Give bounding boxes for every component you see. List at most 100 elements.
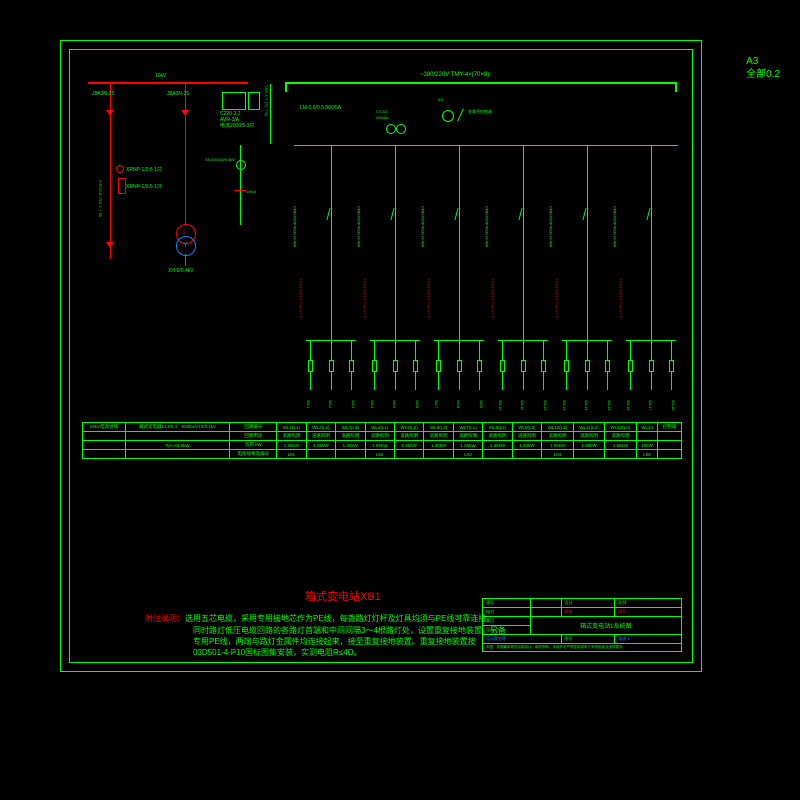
tb-cell: 设计 — [483, 626, 531, 635]
tb-cell: 校对 — [483, 608, 531, 617]
device-icon — [386, 124, 396, 134]
fuse-label: XRNP-1/0.5 1只 — [126, 168, 162, 173]
feeder-6: C45N-63/3P+RCD In=40A YJV22-0.6/1 4×10+1… — [622, 200, 680, 460]
table-cell: WL5(L2) — [394, 423, 423, 432]
table-cell: L01 — [277, 450, 306, 459]
table-cell: WL3(L3) — [336, 423, 365, 432]
table-cell: WL10(L1) — [542, 423, 574, 432]
table-cell: 道路照明 — [512, 432, 541, 441]
main-breaker-line — [240, 145, 241, 225]
table-cell: WL12(L3) — [605, 423, 637, 432]
table-cell: 道路照明 — [424, 432, 453, 441]
arrow-icon — [106, 110, 114, 116]
feeder-1: C45N-63/3P+RCD In=40A YJV22-0.6/1 4×10+1… — [302, 200, 360, 460]
table-cell — [512, 450, 541, 459]
ctrl-note: 金属壳控制器 — [468, 110, 492, 114]
table-cell: 道路照明 — [605, 432, 637, 441]
table-cell — [658, 441, 682, 450]
lv-tick-2 — [675, 84, 677, 92]
riser — [270, 84, 271, 144]
table-cell — [125, 432, 230, 441]
table-cell: WL2(L2) — [306, 423, 335, 432]
tb-cell: 项目 — [483, 617, 531, 626]
feeder-5: C45N-63/3P+RCD In=40A YJV22-0.6/1 4×10+1… — [558, 200, 616, 460]
feeder-riser — [331, 145, 332, 200]
table-cell: WL11(L2) — [573, 423, 604, 432]
table-cell — [605, 450, 637, 459]
tb-project: 箱式变电站1系统图 — [530, 617, 681, 635]
table-cell: WL1(L1) — [277, 423, 306, 432]
table-cell: 道路照明 — [453, 432, 482, 441]
tb-cell: 图名 — [561, 608, 615, 617]
table-cell: WL9(L3) — [512, 423, 541, 432]
wye-icon: Y — [183, 242, 188, 249]
table-cell: 负荷 kW — [230, 441, 277, 450]
tb-footer: 本图：依据最新规范绘制设计，版权所有，未经许可严禁复制或用于其他用途及违规建设 — [483, 644, 682, 652]
title-block: 建设设计比例 校对图名图号 项目箱式变电站1系统图 设计 设计院名称图号电施-1… — [482, 598, 682, 652]
table-cell: 道路照明 — [365, 432, 394, 441]
table-cell: 回路用途 — [230, 432, 277, 441]
meter-box-icon — [222, 92, 246, 110]
sub-bus — [294, 145, 678, 146]
tb-dwgno: 电施-1 — [615, 635, 682, 644]
ct-label: XRNP-1/0.5 1只 — [126, 185, 162, 190]
delta-icon: △ — [182, 228, 187, 235]
breaker-tie — [234, 190, 246, 191]
main-sw-label: S9-630/10/0.4kV — [205, 158, 235, 162]
table-cell: 道路照明 — [573, 432, 604, 441]
device-label-b: 200/5A — [376, 116, 389, 120]
table-cell — [336, 450, 365, 459]
table-cell: WL8(L2) — [483, 423, 512, 432]
table-cell: 10kW — [636, 441, 657, 450]
table-cell: L02 — [365, 450, 394, 459]
table-cell — [636, 432, 657, 441]
hv-busbar — [88, 82, 248, 84]
table-cell — [483, 450, 512, 459]
tie-label: 100-6 — [246, 190, 256, 194]
riser-label: TMY-4×(70×8) — [264, 85, 268, 116]
table-cell: 道路照明 — [277, 432, 306, 441]
tb-link: 设计院名称 — [483, 635, 562, 644]
table-cell: 箱式变电器S13/0.4：630kVA/10/0.4kV — [125, 423, 230, 432]
ct-line-label: LM-0.6/0.5 800/5A — [300, 106, 341, 111]
table-cell: 道路照明 — [483, 432, 512, 441]
feeder-3: C45N-63/3P+RCD In=40A YJV22-0.6/1 4×10+1… — [430, 200, 488, 460]
paper-size: A3 — [746, 55, 780, 68]
table-cell — [658, 432, 682, 441]
relay-box-icon — [248, 92, 260, 110]
table-cell: 道路照明 — [336, 432, 365, 441]
tb-cell: 图号 — [615, 608, 682, 617]
table-cell: 控制箱 — [658, 423, 682, 432]
lv-busbar — [285, 82, 677, 84]
feeder-riser — [395, 145, 396, 200]
table-cell: 1.95kW — [365, 441, 394, 450]
table-cell — [573, 450, 604, 459]
table-cell: 1.35kW — [336, 441, 365, 450]
table-cell: 道路照明 — [306, 432, 335, 441]
table-cell — [306, 450, 335, 459]
sw-label: J8A3N-25 — [92, 92, 114, 97]
table-cell: 道路照明 — [394, 432, 423, 441]
table-cell: 1.95kW — [573, 441, 604, 450]
table-cell: 1.95kW — [277, 441, 306, 450]
table-cell: 1.65kW — [512, 441, 541, 450]
table-cell: 回路编号 — [230, 423, 277, 432]
lv-label: ~380/220V TMY-4×(70×8) — [420, 72, 489, 78]
sw-label2: J8A3N-25 — [167, 92, 189, 97]
arrow-icon — [106, 242, 114, 248]
table-cell — [424, 450, 453, 459]
xfmr-label: XH-6/0.4kV — [168, 269, 194, 274]
kd-label: KD — [438, 98, 444, 102]
inner-frame: 10kV ~380/220V TMY-4×(70×8) TMY-4×(70×8)… — [69, 49, 693, 663]
table-cell: 道路照明 — [542, 432, 574, 441]
table-cell: L03 — [453, 450, 482, 459]
table-cell: 1.95kW — [394, 441, 423, 450]
lamp-icon — [442, 110, 454, 122]
table-cell — [394, 450, 423, 459]
tb-cell: 比例 — [615, 599, 682, 608]
tb-cell: 设计 — [561, 599, 615, 608]
tb-cell: 建设 — [483, 599, 531, 608]
sheet-annotation: A3 全部0.2 — [746, 55, 780, 81]
hv-label: 10kV — [155, 74, 166, 79]
hv-to-xfmr — [185, 154, 186, 224]
